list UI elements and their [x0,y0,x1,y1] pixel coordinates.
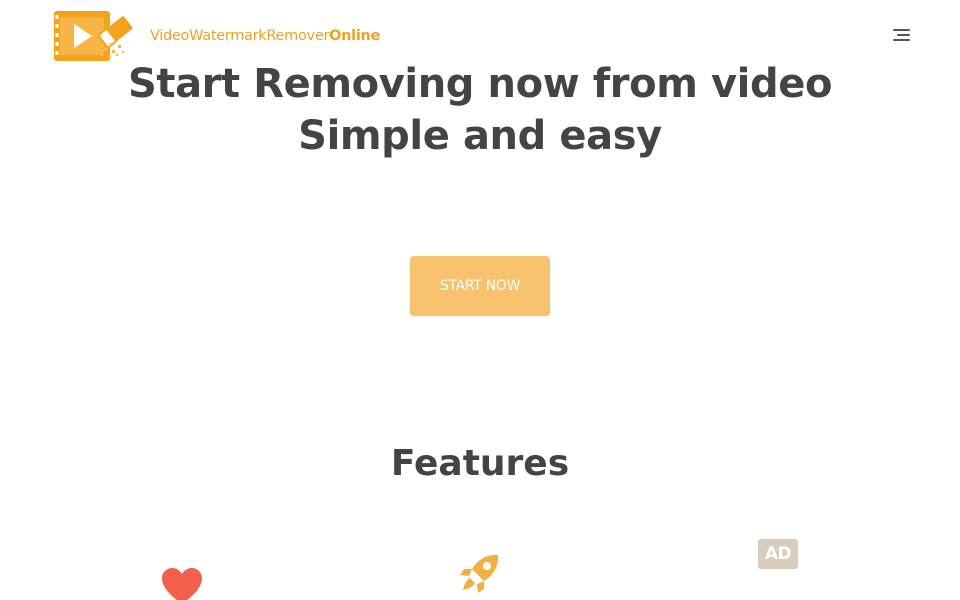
logo-text: VideoWatermarkRemoverOnline [150,28,380,44]
menu-line-middle [897,34,910,36]
menu-line-top [893,29,910,31]
hero-title-line-1: Start Removing now from video [127,61,833,107]
logo-text-bold: Online [329,28,381,44]
logo-film-eraser-icon [54,11,133,61]
rocket-icon [460,554,499,593]
page: VideoWatermarkRemoverOnline Start Removi… [0,0,960,600]
hero-title: Start Removing now from video Simple and… [0,58,960,162]
heart-icon [162,568,202,600]
ad-block-icon: AD [758,539,798,569]
hero-title-line-2: Simple and easy [298,113,662,159]
site-logo[interactable]: VideoWatermarkRemoverOnline [52,7,380,65]
features-heading: Features [390,443,570,484]
hamburger-menu-icon[interactable] [888,22,918,48]
start-now-button[interactable]: START NOW [410,256,550,316]
menu-line-bottom [893,39,910,41]
logo-text-regular: VideoWatermarkRemover [150,28,330,44]
